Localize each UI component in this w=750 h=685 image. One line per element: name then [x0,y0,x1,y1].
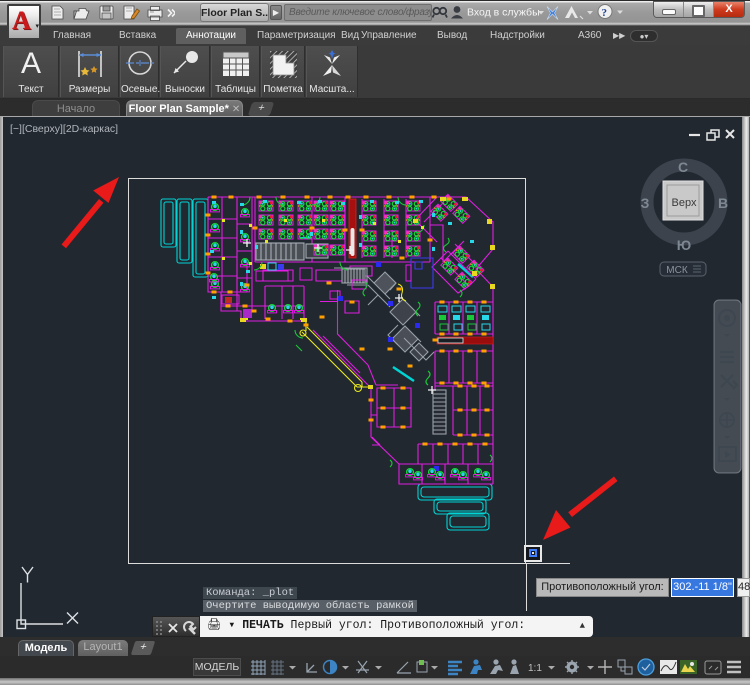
svg-text:1:1: 1:1 [528,663,542,674]
svg-text:Вход в службы: Вход в службы [467,7,540,19]
svg-text:З: З [641,195,650,211]
svg-text:Ю: Ю [677,237,691,253]
svg-text:?: ? [602,7,608,19]
svg-text:Верх: Верх [672,197,697,209]
svg-text:В: В [718,195,728,211]
svg-text:МСК: МСК [666,265,688,276]
svg-text:С: С [678,159,688,175]
